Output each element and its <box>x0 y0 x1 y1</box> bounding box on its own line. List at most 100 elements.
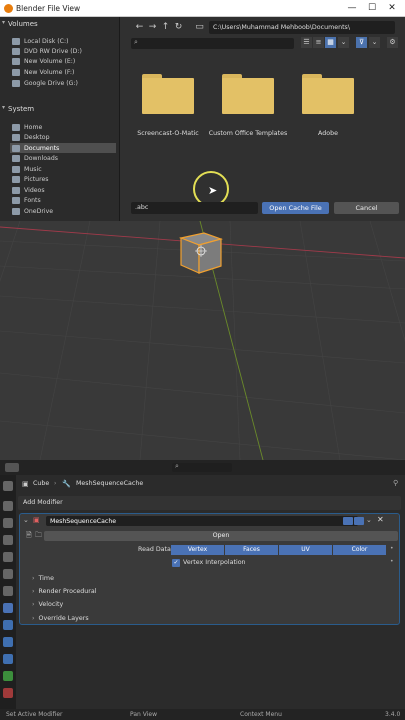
mesh-cache-icon: ▣ <box>33 516 40 524</box>
viewport-grid <box>0 221 405 460</box>
subpanel-time[interactable]: › Time <box>32 575 54 582</box>
properties-tabs <box>0 475 16 720</box>
read-uv-toggle[interactable]: UV <box>279 545 332 555</box>
sidebar-item-music[interactable]: Music <box>10 164 116 174</box>
minimize-button[interactable]: — <box>345 2 359 15</box>
chevron-down-icon[interactable]: ⌄ <box>366 516 372 524</box>
view-layer-tab-icon[interactable] <box>3 535 13 545</box>
filter-dropdown[interactable]: ⌄ <box>369 37 380 48</box>
sidebar-item-volume[interactable]: New Volume (E:) <box>10 56 116 66</box>
scene-tab-icon[interactable] <box>3 552 13 562</box>
vertical-list-icon[interactable]: ☰ <box>301 37 312 48</box>
file-sidebar: ▾ Volumes Local Disk (C:) DVD RW Drive (D… <box>0 17 120 221</box>
cancel-button[interactable]: Cancel <box>334 202 399 214</box>
modifier-panel: ⌄ ▣ MeshSequenceCache ⌄ ✕ 🗎 🗀 Open Read … <box>19 513 400 625</box>
filename-input[interactable]: .abc <box>131 202 258 214</box>
mouse-cursor-icon: ➤ <box>208 184 218 197</box>
camera-icon[interactable] <box>354 517 364 525</box>
read-color-toggle[interactable]: Color <box>333 545 386 555</box>
search-input[interactable]: ⌕ <box>131 38 294 49</box>
window-title: Blender File View <box>16 4 81 13</box>
status-right: Context Menu <box>240 711 282 718</box>
home-icon <box>12 124 20 131</box>
world-tab-icon[interactable] <box>3 569 13 579</box>
output-tab-icon[interactable] <box>3 518 13 528</box>
sidebar-item-home[interactable]: Home <box>10 122 116 132</box>
sidebar-item-pictures[interactable]: Pictures <box>10 174 116 184</box>
refresh-icon[interactable]: ↻ <box>172 21 185 34</box>
maximize-button[interactable]: ☐ <box>365 2 379 15</box>
version-label: 3.4.0 <box>385 711 401 718</box>
editor-type-icon[interactable] <box>5 463 19 472</box>
constraints-tab-icon[interactable] <box>3 654 13 664</box>
tool-tab-icon[interactable] <box>3 481 13 491</box>
forward-arrow-icon[interactable]: → <box>146 21 159 34</box>
parent-dir-icon[interactable]: ↑ <box>159 21 172 34</box>
close-button[interactable]: ✕ <box>385 2 399 15</box>
sidebar-item-onedrive[interactable]: OneDrive <box>10 206 116 216</box>
gear-icon[interactable]: ⚙ <box>387 37 398 48</box>
chevron-down-icon[interactable]: ⌄ <box>23 516 29 524</box>
material-tab-icon[interactable] <box>3 688 13 698</box>
folder-icon[interactable] <box>222 74 274 114</box>
sidebar-item-volume[interactable]: Google Drive (G:) <box>10 78 116 88</box>
back-arrow-icon[interactable]: ← <box>133 21 146 34</box>
open-cache-file-button[interactable]: Open Cache File <box>262 202 329 214</box>
sidebar-item-downloads[interactable]: Downloads <box>10 153 116 163</box>
keyframe-dot-icon[interactable]: • <box>390 545 394 552</box>
horizontal-list-icon[interactable]: ≡ <box>313 37 324 48</box>
modifier-name-field[interactable]: MeshSequenceCache <box>46 516 358 526</box>
vertex-interpolation-checkbox[interactable]: ✓ <box>172 559 180 567</box>
thumbnails-icon[interactable]: ▦ <box>325 37 336 48</box>
keyframe-dot-icon[interactable]: • <box>390 558 394 565</box>
folder-icon[interactable]: 🗀 <box>35 531 42 542</box>
folder-icon[interactable] <box>302 74 354 114</box>
sidebar-item-volume[interactable]: DVD RW Drive (D:) <box>10 46 116 56</box>
folder-icon[interactable] <box>142 74 194 114</box>
new-folder-icon[interactable]: ▭ <box>193 21 206 34</box>
videos-icon <box>12 187 20 194</box>
wrench-icon[interactable] <box>3 603 13 613</box>
subpanel-velocity[interactable]: › Velocity <box>32 601 63 608</box>
sidebar-item-documents[interactable]: Documents <box>10 143 116 153</box>
sidebar-item-fonts[interactable]: Fonts <box>10 195 116 205</box>
blender-logo-icon <box>4 4 13 13</box>
breadcrumb-object: Cube <box>33 480 50 487</box>
sidebar-item-volume[interactable]: Local Disk (C:) <box>10 36 116 46</box>
folder-label[interactable]: Adobe <box>278 130 378 137</box>
drive-icon <box>12 48 20 55</box>
pin-icon[interactable]: ⚲ <box>393 479 398 487</box>
read-vertex-toggle[interactable]: Vertex <box>171 545 224 555</box>
subpanel-override-layers[interactable]: › Override Layers <box>32 615 89 622</box>
properties-search-input[interactable]: ⌕ <box>172 462 232 472</box>
physics-tab-icon[interactable] <box>3 637 13 647</box>
search-icon: ⌕ <box>134 38 138 46</box>
data-tab-icon[interactable] <box>3 671 13 681</box>
3d-viewport[interactable] <box>0 221 405 460</box>
system-header[interactable]: ▾ System <box>0 103 120 115</box>
subpanel-render-procedural[interactable]: › Render Procedural <box>32 588 96 595</box>
onedrive-icon <box>12 208 20 215</box>
sidebar-item-volume[interactable]: New Volume (F:) <box>10 67 116 77</box>
close-icon[interactable]: ✕ <box>377 515 384 524</box>
display-size-dropdown[interactable]: ⌄ <box>338 37 349 48</box>
add-modifier-button[interactable]: Add Modifier <box>18 496 401 510</box>
filter-icon[interactable]: ⊽ <box>356 37 367 48</box>
object-tab-icon[interactable] <box>3 586 13 596</box>
particles-tab-icon[interactable] <box>3 620 13 630</box>
breadcrumb: ▣ Cube › 🔧 MeshSequenceCache ⚲ <box>18 477 405 491</box>
file-icon: 🗎 <box>26 531 32 539</box>
render-tab-icon[interactable] <box>3 501 13 511</box>
path-input[interactable]: C:\Users\Muhammad Mehboob\Documents\ <box>209 21 395 34</box>
wrench-icon: 🔧 <box>62 480 71 488</box>
read-faces-toggle[interactable]: Faces <box>225 545 278 555</box>
sidebar-item-videos[interactable]: Videos <box>10 185 116 195</box>
sidebar-item-desktop[interactable]: Desktop <box>10 132 116 142</box>
properties-header: ⌕ <box>0 460 405 475</box>
volumes-header[interactable]: ▾ Volumes <box>0 18 120 30</box>
show-in-editmode-icon[interactable] <box>343 517 353 525</box>
object-icon: ▣ <box>22 480 29 488</box>
documents-icon <box>12 145 20 152</box>
open-button[interactable]: Open <box>44 531 398 541</box>
pictures-icon <box>12 176 20 183</box>
